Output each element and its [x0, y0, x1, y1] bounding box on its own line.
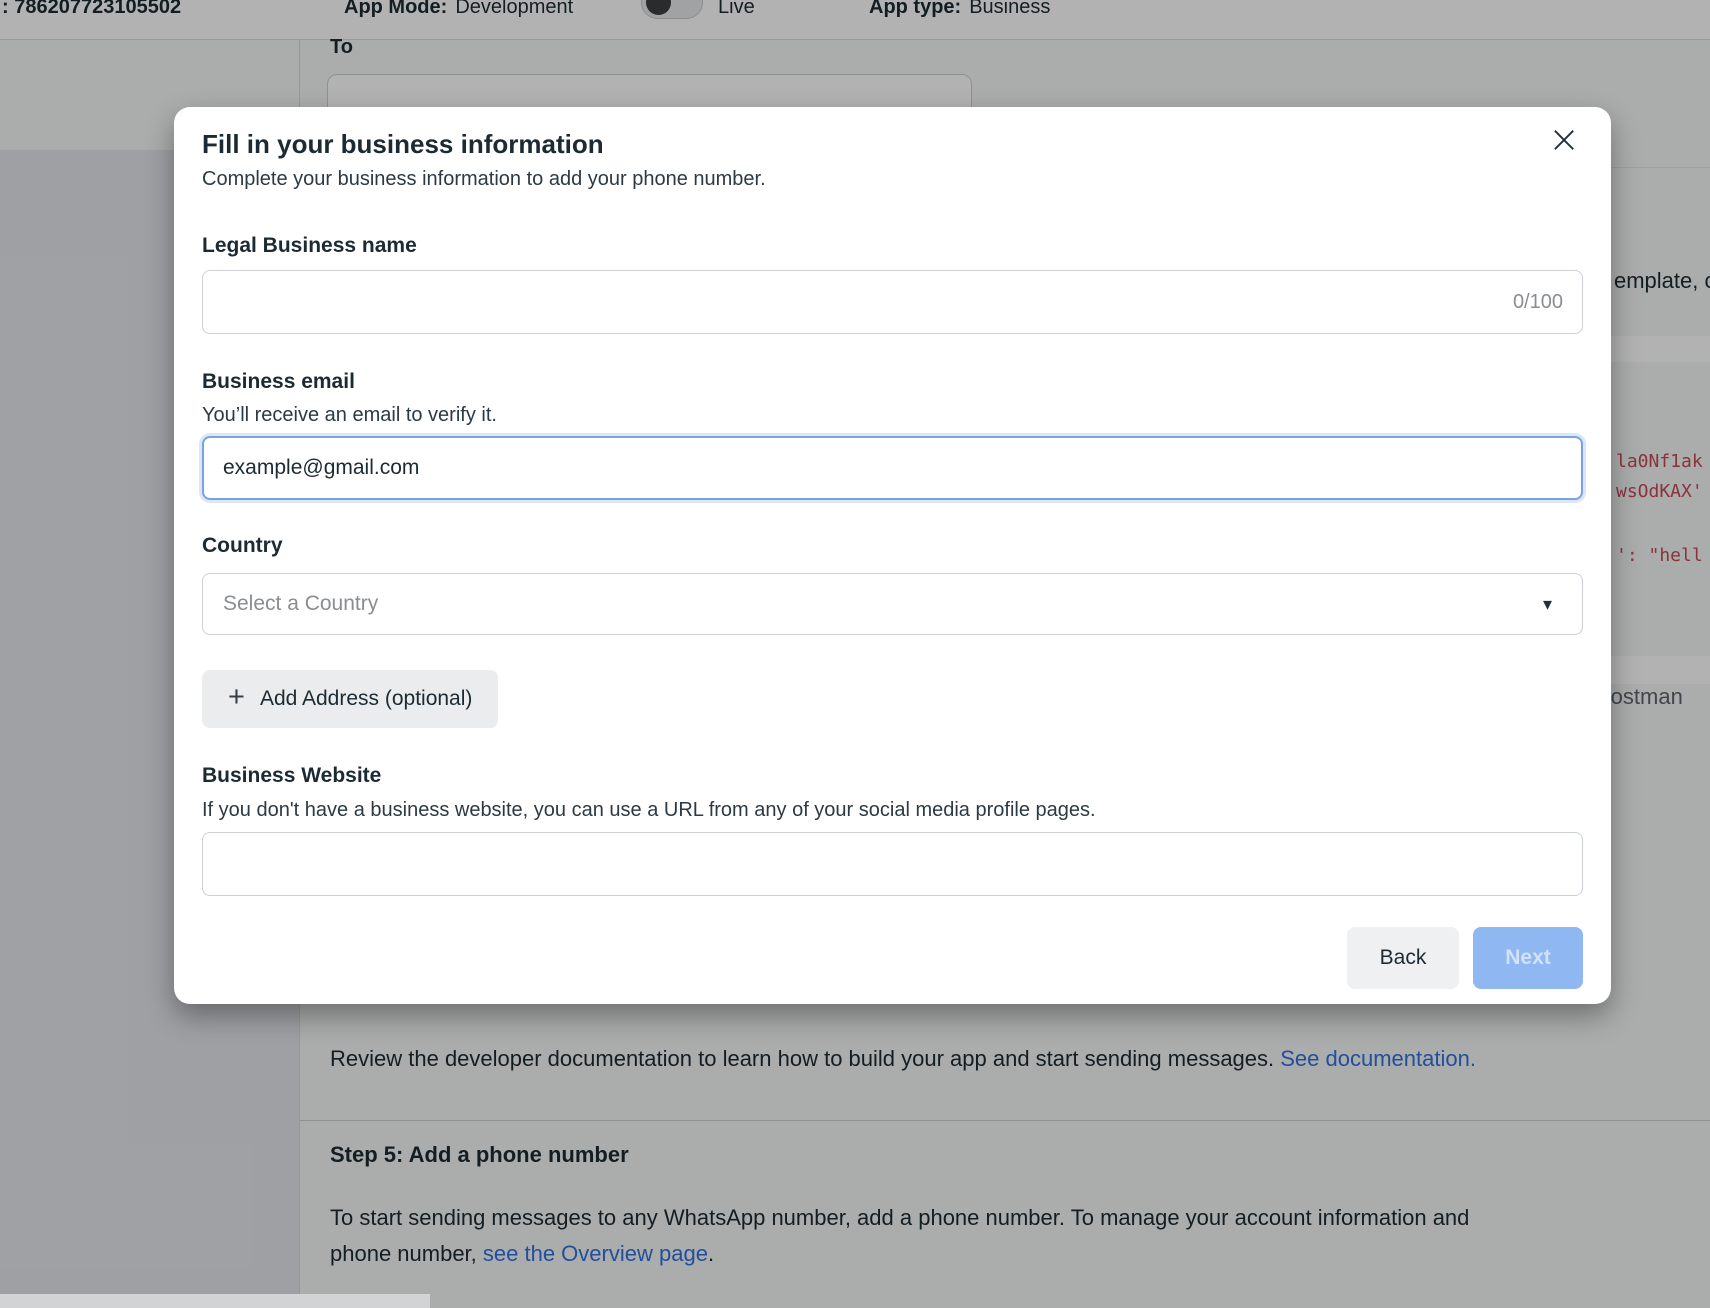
close-button[interactable]: × — [1542, 117, 1586, 161]
legal-name-field-wrap: 0/100 — [202, 270, 1583, 334]
add-address-label: Add Address (optional) — [260, 687, 472, 711]
dropdown-caret-icon: ▾ — [1543, 594, 1552, 615]
next-button[interactable]: Next — [1473, 927, 1583, 989]
dialog-subtitle: Complete your business information to ad… — [202, 168, 766, 191]
country-select[interactable]: Select a Country ▾ — [202, 573, 1583, 635]
dialog-title: Fill in your business information — [202, 129, 604, 160]
country-label: Country — [202, 534, 283, 558]
back-button[interactable]: Back — [1347, 927, 1459, 989]
add-address-button[interactable]: + Add Address (optional) — [202, 670, 498, 728]
legal-business-name-input[interactable] — [202, 270, 1583, 334]
business-website-label: Business Website — [202, 764, 381, 788]
business-website-helper: If you don't have a business website, yo… — [202, 799, 1096, 822]
legal-name-label: Legal Business name — [202, 234, 417, 258]
business-info-dialog: Fill in your business information × Comp… — [174, 107, 1611, 1004]
business-website-input[interactable] — [202, 832, 1583, 896]
business-website-field-wrap — [202, 832, 1583, 896]
business-email-label: Business email — [202, 370, 355, 394]
horizontal-scrollbar[interactable] — [0, 1294, 430, 1308]
plus-icon: + — [228, 681, 245, 714]
country-select-placeholder: Select a Country — [223, 592, 378, 616]
business-email-input[interactable] — [202, 436, 1583, 500]
business-email-field-wrap — [202, 436, 1583, 500]
close-icon: × — [1548, 117, 1580, 161]
business-email-helper: You’ll receive an email to verify it. — [202, 404, 497, 427]
